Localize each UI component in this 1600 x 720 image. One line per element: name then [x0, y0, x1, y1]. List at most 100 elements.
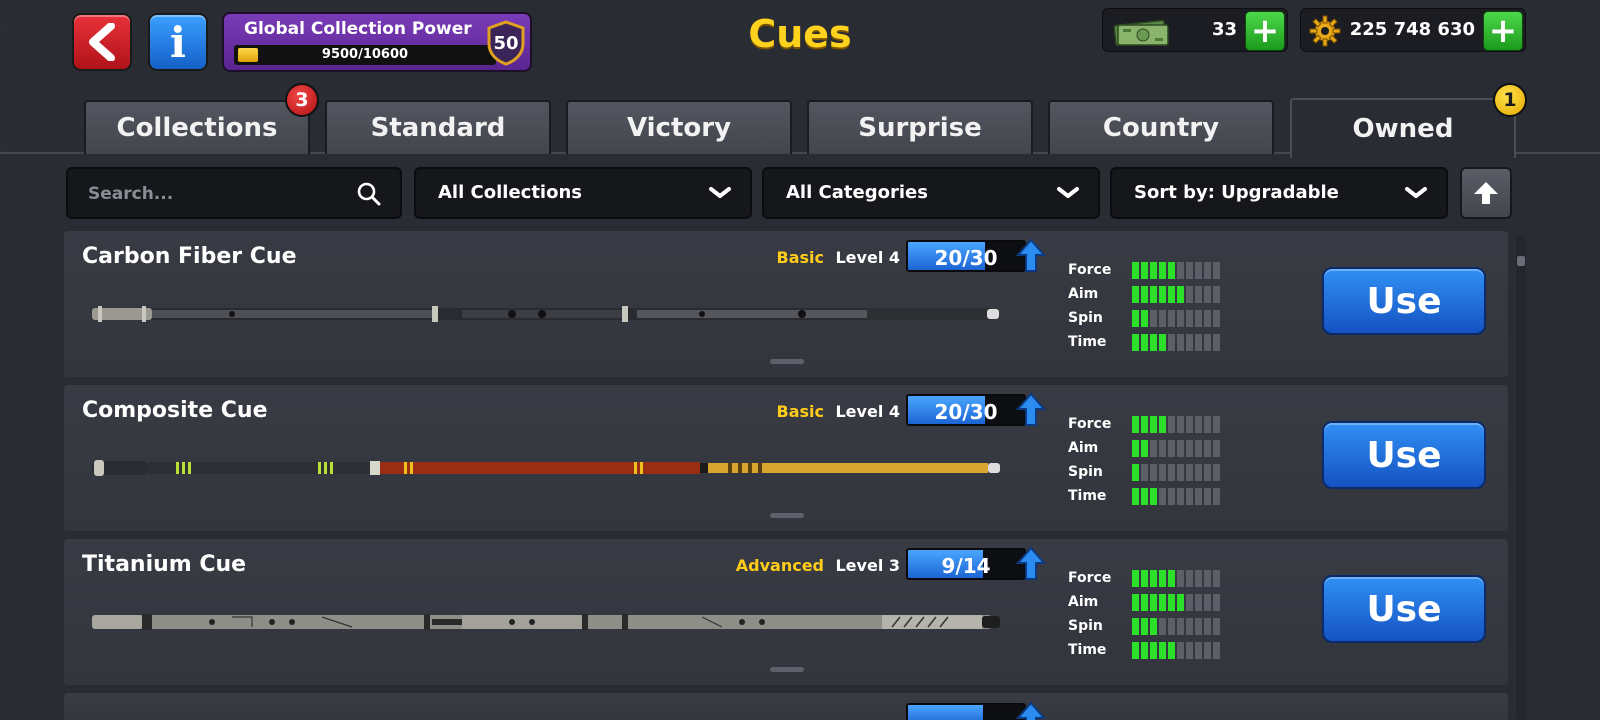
cue-upgrade-progress: [906, 703, 1026, 720]
chevron-down-icon: [1057, 187, 1079, 198]
search-input[interactable]: [88, 181, 348, 207]
collection-power-panel[interactable]: Global Collection Power 9500/10600 50: [222, 12, 532, 72]
tab-surprise[interactable]: Surprise: [807, 100, 1033, 154]
stat-bar: [1132, 594, 1220, 611]
stat-force: Force: [1068, 567, 1220, 591]
stat-segment-empty: [1186, 416, 1193, 433]
expand-handle[interactable]: [770, 513, 804, 518]
stat-segment-filled: [1141, 618, 1148, 635]
stat-segment-filled: [1132, 464, 1139, 481]
stat-segment-empty: [1195, 488, 1202, 505]
tab-label: Country: [1102, 113, 1220, 143]
upgrade-arrow-icon[interactable]: [1016, 392, 1046, 428]
stat-segment-empty: [1195, 440, 1202, 457]
stat-segment-filled: [1132, 570, 1139, 587]
stat-segment-empty: [1186, 488, 1193, 505]
add-coins-button[interactable]: +: [1483, 11, 1523, 51]
stat-time: Time: [1068, 331, 1220, 355]
cue-upgrade-progress: 9/14: [906, 548, 1026, 580]
coins-display: 225 748 630 +: [1300, 8, 1526, 52]
stat-segment-empty: [1150, 464, 1157, 481]
tab-country[interactable]: Country: [1048, 100, 1274, 154]
stat-segment-filled: [1159, 262, 1166, 279]
stat-segment-empty: [1186, 570, 1193, 587]
stat-segment-empty: [1195, 594, 1202, 611]
expand-handle[interactable]: [770, 667, 804, 672]
stat-segment-empty: [1204, 594, 1211, 611]
cue-level: Level 3: [835, 556, 900, 575]
stat-segment-empty: [1195, 642, 1202, 659]
stat-segment-filled: [1132, 310, 1139, 327]
stat-segment-empty: [1213, 488, 1220, 505]
cue-name: Carbon Fiber Cue: [82, 244, 297, 269]
stat-segment-filled: [1150, 286, 1157, 303]
list-scroll-thumb[interactable]: [1517, 256, 1525, 266]
stat-label: Force: [1068, 262, 1112, 278]
upgrade-arrow-icon[interactable]: [1016, 238, 1046, 274]
stat-label: Spin: [1068, 310, 1103, 326]
tab-victory[interactable]: Victory: [566, 100, 792, 154]
stat-segment-empty: [1168, 618, 1175, 635]
stat-segment-empty: [1186, 334, 1193, 351]
categories-dropdown[interactable]: All Categories: [762, 167, 1100, 219]
tab-collections[interactable]: Collections: [84, 100, 310, 154]
stat-segment-empty: [1213, 440, 1220, 457]
sort-dropdown[interactable]: Sort by: Upgradable: [1110, 167, 1448, 219]
stat-segment-empty: [1195, 310, 1202, 327]
stat-segment-empty: [1186, 310, 1193, 327]
expand-handle[interactable]: [770, 359, 804, 364]
collection-power-label: Global Collection Power: [244, 19, 472, 39]
upgrade-arrow-icon[interactable]: [1016, 701, 1046, 720]
stat-segment-empty: [1204, 334, 1211, 351]
stat-bar: [1132, 416, 1220, 433]
stat-segment-filled: [1177, 286, 1184, 303]
stat-segment-filled: [1177, 594, 1184, 611]
top-bar: i Global Collection Power 9500/10600 50 …: [0, 0, 1600, 96]
chevron-down-icon: [1405, 187, 1427, 198]
stat-segment-filled: [1150, 262, 1157, 279]
stat-segment-empty: [1177, 488, 1184, 505]
back-button[interactable]: [72, 13, 132, 71]
collections-dropdown[interactable]: All Collections: [414, 167, 752, 219]
stat-segment-filled: [1141, 594, 1148, 611]
search-icon[interactable]: [356, 181, 382, 207]
stat-segment-filled: [1159, 642, 1166, 659]
stat-segment-filled: [1168, 642, 1175, 659]
stat-segment-filled: [1150, 570, 1157, 587]
stat-segment-filled: [1150, 488, 1157, 505]
use-cue-button[interactable]: Use: [1322, 575, 1486, 643]
stat-segment-filled: [1159, 416, 1166, 433]
stat-segment-empty: [1204, 262, 1211, 279]
cue-upgrade-progress: 20/30: [906, 394, 1026, 426]
stat-segment-filled: [1150, 642, 1157, 659]
stat-label: Spin: [1068, 618, 1103, 634]
plus-icon: +: [1250, 11, 1280, 51]
stat-segment-empty: [1213, 618, 1220, 635]
tab-label: Collections: [116, 113, 278, 143]
upgrade-arrow-icon[interactable]: [1016, 546, 1046, 582]
stat-segment-filled: [1141, 310, 1148, 327]
tab-standard[interactable]: Standard: [325, 100, 551, 154]
use-cue-button[interactable]: Use: [1322, 421, 1486, 489]
stat-segment-filled: [1141, 416, 1148, 433]
collection-level-badge: 50: [486, 20, 526, 66]
stat-segment-filled: [1150, 594, 1157, 611]
info-button[interactable]: i: [148, 13, 208, 71]
stat-bar: [1132, 334, 1220, 351]
list-scrollbar[interactable]: [1516, 236, 1526, 720]
cue-name: Titanium Cue: [82, 552, 247, 577]
stat-segment-empty: [1204, 642, 1211, 659]
use-cue-button[interactable]: Use: [1322, 267, 1486, 335]
stat-label: Time: [1068, 488, 1107, 504]
stat-segment-empty: [1168, 334, 1175, 351]
stat-aim: Aim: [1068, 591, 1220, 615]
stat-label: Time: [1068, 642, 1107, 658]
sort-direction-button[interactable]: [1460, 167, 1512, 219]
tab-owned[interactable]: Owned: [1290, 98, 1516, 158]
stat-label: Aim: [1068, 594, 1099, 610]
add-cash-button[interactable]: +: [1245, 11, 1285, 51]
stat-segment-empty: [1186, 286, 1193, 303]
stat-segment-empty: [1168, 464, 1175, 481]
collections-dropdown-value: All Collections: [438, 182, 582, 203]
cue-rarity: Basic: [776, 402, 824, 421]
